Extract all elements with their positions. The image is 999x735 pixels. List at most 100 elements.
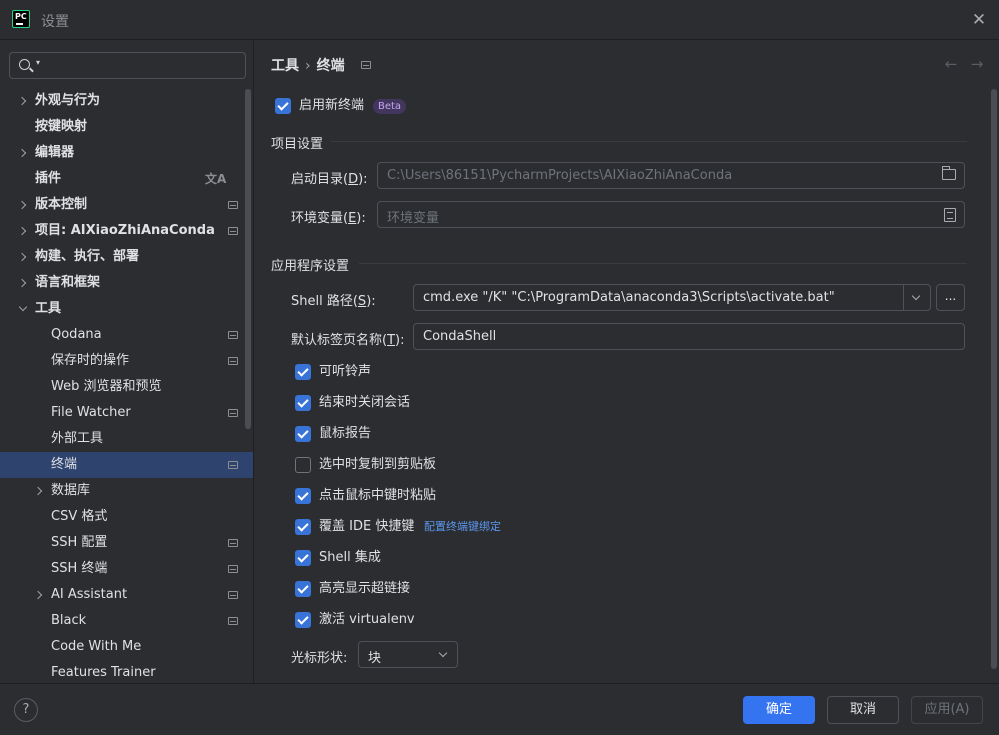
sidebar-item-label: AI Assistant — [51, 587, 128, 602]
project-scope-icon — [228, 409, 238, 417]
chevron-down-icon[interactable] — [17, 296, 29, 322]
sidebar-item[interactable]: 数据库 — [0, 478, 244, 504]
sidebar-item-label: 工具 — [35, 301, 62, 316]
option-label: 选中时复制到剪贴板 — [319, 457, 437, 472]
project-scope-icon — [228, 227, 238, 235]
browse-shell-button[interactable]: ... — [936, 284, 965, 311]
sidebar-item[interactable]: Qodana — [0, 322, 244, 348]
enable-new-terminal-checkbox[interactable] — [275, 98, 291, 114]
configure-keybindings-link[interactable]: 配置终端键绑定 — [424, 519, 501, 535]
close-icon[interactable]: ✕ — [969, 10, 989, 30]
section-divider — [331, 141, 967, 142]
sidebar-item-label: 语言和框架 — [35, 275, 101, 290]
shell-path-combobox[interactable]: cmd.exe "/K" "C:\ProgramData\anaconda3\S… — [413, 284, 931, 311]
folder-icon[interactable] — [942, 166, 956, 180]
chevron-down-icon — [438, 648, 448, 658]
sidebar-item[interactable]: 保存时的操作 — [0, 348, 244, 374]
project-scope-icon — [228, 201, 238, 209]
option-checkbox[interactable] — [295, 395, 311, 411]
start-dir-field[interactable]: C:\Users\86151\PycharmProjects\AIXiaoZhi… — [377, 162, 965, 189]
option-checkbox[interactable] — [295, 364, 311, 380]
sidebar-item-label: 保存时的操作 — [51, 353, 130, 368]
sidebar-item[interactable]: 插件 文A — [0, 166, 244, 192]
sidebar-item[interactable]: 按键映射 — [0, 114, 244, 140]
project-scope-icon — [228, 461, 238, 469]
sidebar-item-label: 外观与行为 — [35, 93, 101, 108]
sidebar-item[interactable]: Features Trainer — [0, 660, 244, 683]
sidebar-item[interactable]: Web 浏览器和预览 — [0, 374, 244, 400]
sidebar-item-label: 构建、执行、部署 — [35, 249, 140, 264]
option-checkbox[interactable] — [295, 612, 311, 628]
option-label: 激活 virtualenv — [319, 612, 415, 627]
option-checkbox[interactable] — [295, 581, 311, 597]
sidebar-item[interactable]: 外观与行为 — [0, 88, 244, 114]
sidebar-item[interactable]: 工具 — [0, 296, 244, 322]
cancel-button[interactable]: 取消 — [827, 696, 899, 724]
sidebar-item-label: 按键映射 — [35, 119, 88, 134]
breadcrumb-current: 终端 — [316, 58, 345, 74]
sidebar-item[interactable]: AI Assistant — [0, 582, 244, 608]
sidebar-item-label: 外部工具 — [51, 431, 104, 446]
chevron-right-icon[interactable] — [17, 140, 29, 166]
apply-button[interactable]: 应用(A) — [911, 696, 983, 724]
sidebar-item[interactable]: CSV 格式 — [0, 504, 244, 530]
sidebar-item-label: Web 浏览器和预览 — [51, 379, 162, 394]
sidebar-item-label: File Watcher — [51, 405, 131, 420]
sidebar-item[interactable]: SSH 终端 — [0, 556, 244, 582]
chevron-right-icon[interactable] — [33, 478, 45, 504]
chevron-right-icon[interactable] — [17, 270, 29, 296]
sidebar-item[interactable]: SSH 配置 — [0, 530, 244, 556]
cursor-shape-label: 光标形状: — [291, 651, 348, 666]
tab-name-field[interactable]: CondaShell — [413, 323, 965, 350]
project-settings-title: 项目设置 — [271, 137, 324, 152]
sidebar-item-label: 编辑器 — [35, 145, 75, 160]
option-checkbox[interactable] — [295, 488, 311, 504]
sidebar-scrollbar[interactable] — [245, 89, 251, 429]
ok-button[interactable]: 确定 — [743, 696, 815, 724]
env-vars-field[interactable]: 环境变量 — [377, 201, 965, 228]
shell-path-label: Shell 路径(S): — [291, 294, 376, 309]
sidebar-item-label: CSV 格式 — [51, 509, 108, 524]
sidebar-item[interactable]: File Watcher — [0, 400, 244, 426]
chevron-right-icon[interactable] — [17, 244, 29, 270]
sidebar-item[interactable]: 编辑器 — [0, 140, 244, 166]
chevron-down-icon[interactable] — [911, 291, 921, 301]
breadcrumb-parent[interactable]: 工具 — [271, 58, 299, 74]
content-scrollbar[interactable] — [991, 89, 997, 669]
sidebar-item-label: Black — [51, 613, 87, 628]
search-options-chevron-icon[interactable]: ▾ — [36, 58, 40, 67]
sidebar-item[interactable]: Code With Me — [0, 634, 244, 660]
search-input[interactable] — [46, 56, 241, 75]
option-checkbox[interactable] — [295, 550, 311, 566]
sidebar-item[interactable]: 构建、执行、部署 — [0, 244, 244, 270]
option-label: 结束时关闭会话 — [319, 395, 411, 410]
sidebar-item[interactable]: Black — [0, 608, 244, 634]
shell-path-value: cmd.exe "/K" "C:\ProgramData\anaconda3\S… — [423, 290, 835, 305]
sidebar-item[interactable]: 语言和框架 — [0, 270, 244, 296]
sidebar-item-label: 版本控制 — [35, 197, 88, 212]
option-checkbox[interactable] — [295, 519, 311, 535]
tab-name-label: 默认标签页名称(T): — [291, 333, 405, 348]
option-label: 覆盖 IDE 快捷键 — [319, 519, 415, 534]
sidebar-item-label: 插件 — [35, 171, 62, 186]
option-checkbox[interactable] — [295, 457, 311, 473]
sidebar-item[interactable]: 项目: AIXiaoZhiAnaConda — [0, 218, 244, 244]
chevron-right-icon[interactable] — [17, 218, 29, 244]
env-vars-label: 环境变量(E): — [291, 211, 366, 226]
edit-list-icon[interactable] — [944, 208, 956, 222]
back-arrow-icon[interactable]: ← — [943, 55, 959, 73]
translate-icon: 文A — [205, 172, 227, 186]
sidebar-item[interactable]: 终端 — [0, 452, 253, 478]
project-scope-icon — [228, 357, 238, 365]
sidebar-item[interactable]: 外部工具 — [0, 426, 244, 452]
beta-badge: Beta — [373, 99, 407, 114]
chevron-right-icon[interactable] — [17, 88, 29, 114]
forward-arrow-icon[interactable]: → — [969, 55, 985, 73]
cursor-shape-select[interactable]: 块 — [358, 641, 458, 668]
settings-search[interactable]: ▾ — [9, 52, 246, 79]
help-button[interactable]: ? — [14, 698, 38, 722]
sidebar-item[interactable]: 版本控制 — [0, 192, 244, 218]
chevron-right-icon[interactable] — [17, 192, 29, 218]
option-checkbox[interactable] — [295, 426, 311, 442]
chevron-right-icon[interactable] — [33, 582, 45, 608]
